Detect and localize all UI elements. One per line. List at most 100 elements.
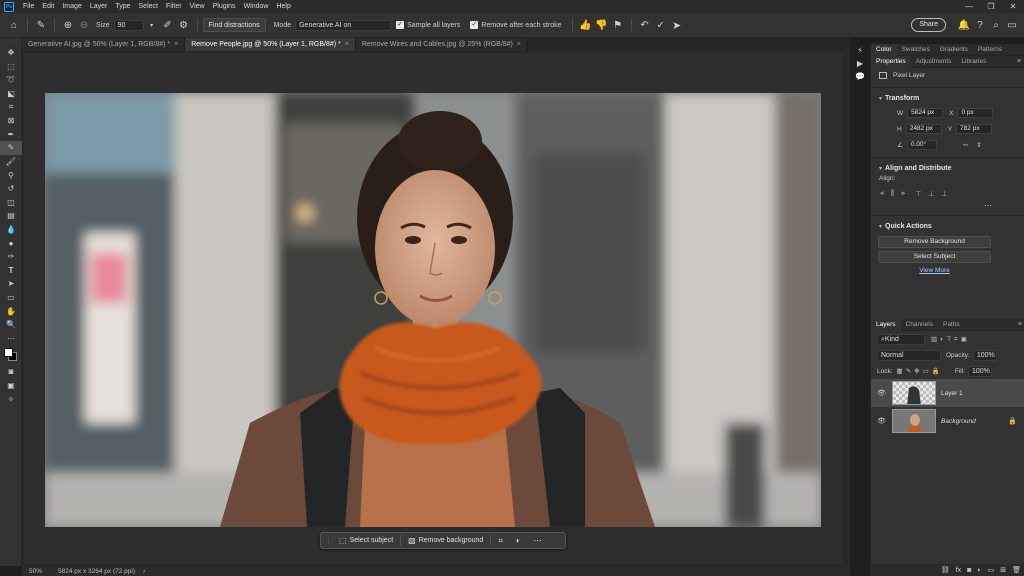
quick-actions-header[interactable]: ▾ Quick Actions — [871, 220, 1024, 233]
more-tools-icon[interactable]: ⋯ — [0, 331, 22, 345]
move-tool-icon[interactable]: ✥ — [0, 46, 22, 60]
quick-mask-icon[interactable]: ◙ — [0, 365, 22, 379]
remove-background-action-button[interactable]: Remove Background — [878, 236, 991, 248]
more-align-options-icon[interactable]: ⋯ — [871, 201, 1024, 211]
undo-icon[interactable]: ↶ — [637, 17, 653, 33]
more-options-button[interactable]: ⋯ — [529, 534, 550, 547]
layer-name[interactable]: Background — [941, 418, 976, 425]
menu-help[interactable]: Help — [272, 3, 294, 10]
menu-plugins[interactable]: Plugins — [209, 3, 240, 10]
size-field[interactable]: 90 — [113, 19, 144, 31]
menu-view[interactable]: View — [186, 3, 209, 10]
chevron-right-icon[interactable]: › — [143, 568, 145, 575]
eraser-tool-icon[interactable]: ◫ — [0, 196, 22, 210]
menu-select[interactable]: Select — [135, 3, 162, 10]
eyedropper-tool-icon[interactable]: ✒ — [0, 128, 22, 142]
menu-type[interactable]: Type — [111, 3, 134, 10]
align-middle-icon[interactable]: ⊥ — [928, 190, 934, 198]
document-canvas-photo[interactable] — [45, 93, 821, 527]
thumbs-down-icon[interactable]: 👎 — [594, 17, 610, 33]
brush-add-icon[interactable]: ⊕ — [60, 17, 76, 33]
angle-field[interactable]: 0.00° — [906, 140, 937, 150]
sample-all-layers-option[interactable]: ✓ Sample all layers — [396, 21, 460, 29]
crop-tool-icon[interactable]: ⌗ — [0, 100, 22, 114]
menu-file[interactable]: File — [19, 3, 38, 10]
tab-properties[interactable]: Properties — [871, 55, 911, 68]
toolbar-grip-icon[interactable]: ⋯ — [0, 38, 22, 46]
select-subject-action-button[interactable]: Select Subject — [878, 251, 991, 263]
menu-layer[interactable]: Layer — [86, 3, 112, 10]
new-layer-icon[interactable]: ⊞ — [1000, 566, 1006, 574]
x-field[interactable]: 0 px — [957, 108, 994, 118]
thumbs-up-icon[interactable]: 👍 — [578, 17, 594, 33]
remove-background-button[interactable]: ▧ Remove background — [403, 534, 488, 547]
view-more-link[interactable]: View More — [878, 267, 991, 274]
lasso-tool-icon[interactable]: ➰ — [0, 73, 22, 87]
align-top-icon[interactable]: ⊤ — [915, 190, 921, 198]
layer-row-layer-1[interactable]: 👁 Layer 1 — [871, 379, 1024, 407]
tab-libraries[interactable]: Libraries — [956, 56, 991, 68]
history-brush-tool-icon[interactable]: ↺ — [0, 182, 22, 196]
lock-icon[interactable]: 🔒 — [1008, 417, 1017, 425]
bell-icon[interactable]: 🔔 — [956, 17, 972, 33]
brush-subtract-icon[interactable]: ⊖ — [76, 17, 92, 33]
apply-checkmark-icon[interactable]: ✓ — [653, 17, 669, 33]
share-button[interactable]: Share — [911, 18, 946, 32]
remove-after-stroke-option[interactable]: ✓ Remove after each stroke — [470, 21, 562, 29]
adjust-button[interactable]: ◐ — [511, 534, 529, 547]
transform-header[interactable]: ▾ Transform — [871, 92, 1024, 105]
fill-field[interactable]: 100% — [967, 365, 992, 377]
eye-icon[interactable]: 👁 — [877, 417, 887, 425]
close-icon[interactable]: × — [345, 41, 349, 48]
fx-icon[interactable]: fx — [956, 567, 961, 574]
workspace-icon[interactable]: ▭ — [1004, 17, 1020, 33]
dodge-tool-icon[interactable]: ● — [0, 236, 22, 250]
frame-tool-icon[interactable]: ⊠ — [0, 114, 22, 128]
group-icon[interactable]: ▭ — [988, 566, 995, 574]
flip-vertical-icon[interactable]: ⇕ — [976, 141, 981, 149]
align-right-icon[interactable]: ⫸ — [901, 190, 905, 198]
layer-name[interactable]: Layer 1 — [941, 390, 963, 397]
tab-remove-wires[interactable]: Remove Wires and Cables.jpg @ 25% (RGB/8… — [355, 38, 528, 51]
select-subject-button[interactable]: ⬚ Select subject — [334, 534, 398, 547]
generative-ai-icon[interactable]: ✧ — [0, 392, 22, 406]
menu-image[interactable]: Image — [58, 3, 85, 10]
foreground-color-swatch[interactable] — [4, 348, 13, 358]
chevron-down-icon[interactable]: ▾ — [144, 17, 160, 33]
link-layers-icon[interactable]: ⛓ — [941, 566, 950, 574]
flip-horizontal-icon[interactable]: ⇿ — [963, 141, 968, 149]
align-header[interactable]: ▾ Align and Distribute — [871, 162, 1024, 175]
object-selection-tool-icon[interactable]: ⬕ — [0, 87, 22, 101]
lock-icons[interactable]: ▦✎✥▭🔒 — [897, 367, 943, 375]
tab-paths[interactable]: Paths — [938, 319, 965, 331]
checkbox-checked-icon[interactable]: ✓ — [396, 21, 405, 29]
tab-patterns[interactable]: Patterns — [973, 44, 1007, 56]
zoom-tool-icon[interactable]: 🔍 — [0, 318, 22, 332]
find-distractions-button[interactable]: Find distractions — [202, 18, 266, 32]
blur-tool-icon[interactable]: 💧 — [0, 223, 22, 237]
tab-channels[interactable]: Channels — [901, 319, 938, 331]
play-icon[interactable]: ▶ — [851, 57, 869, 70]
layer-row-background[interactable]: 👁 Background 🔒 — [871, 407, 1024, 435]
tab-swatches[interactable]: Swatches — [897, 44, 935, 56]
type-tool-icon[interactable]: T — [0, 264, 22, 278]
tab-adjustments[interactable]: Adjustments — [911, 56, 957, 68]
flag-icon[interactable]: ⚑ — [610, 17, 626, 33]
checkbox-checked-icon[interactable]: ✓ — [470, 21, 479, 29]
help-icon[interactable]: ? — [972, 17, 988, 33]
mode-select[interactable]: Generative AI on — [295, 19, 392, 31]
rectangle-tool-icon[interactable]: ▭ — [0, 291, 22, 305]
align-left-icon[interactable]: ⫷ — [880, 190, 884, 198]
pen-tool-icon[interactable]: ✑ — [0, 250, 22, 264]
tab-gradients[interactable]: Gradients — [935, 44, 973, 56]
opacity-field[interactable]: 100% — [972, 349, 997, 361]
brush-tool-icon[interactable]: 🖌 — [0, 155, 22, 169]
tab-layers[interactable]: Layers — [871, 318, 901, 331]
y-field[interactable]: 782 px — [956, 124, 993, 134]
remove-tool-preset-icon[interactable]: ✎ — [33, 17, 49, 33]
hand-tool-icon[interactable]: ✋ — [0, 304, 22, 318]
restore-button[interactable]: ❐ — [980, 0, 1002, 13]
search-icon[interactable]: ⌕ — [988, 17, 1004, 33]
eye-icon[interactable]: 👁 — [877, 389, 887, 397]
align-bottom-icon[interactable]: ⊥ — [941, 190, 947, 198]
